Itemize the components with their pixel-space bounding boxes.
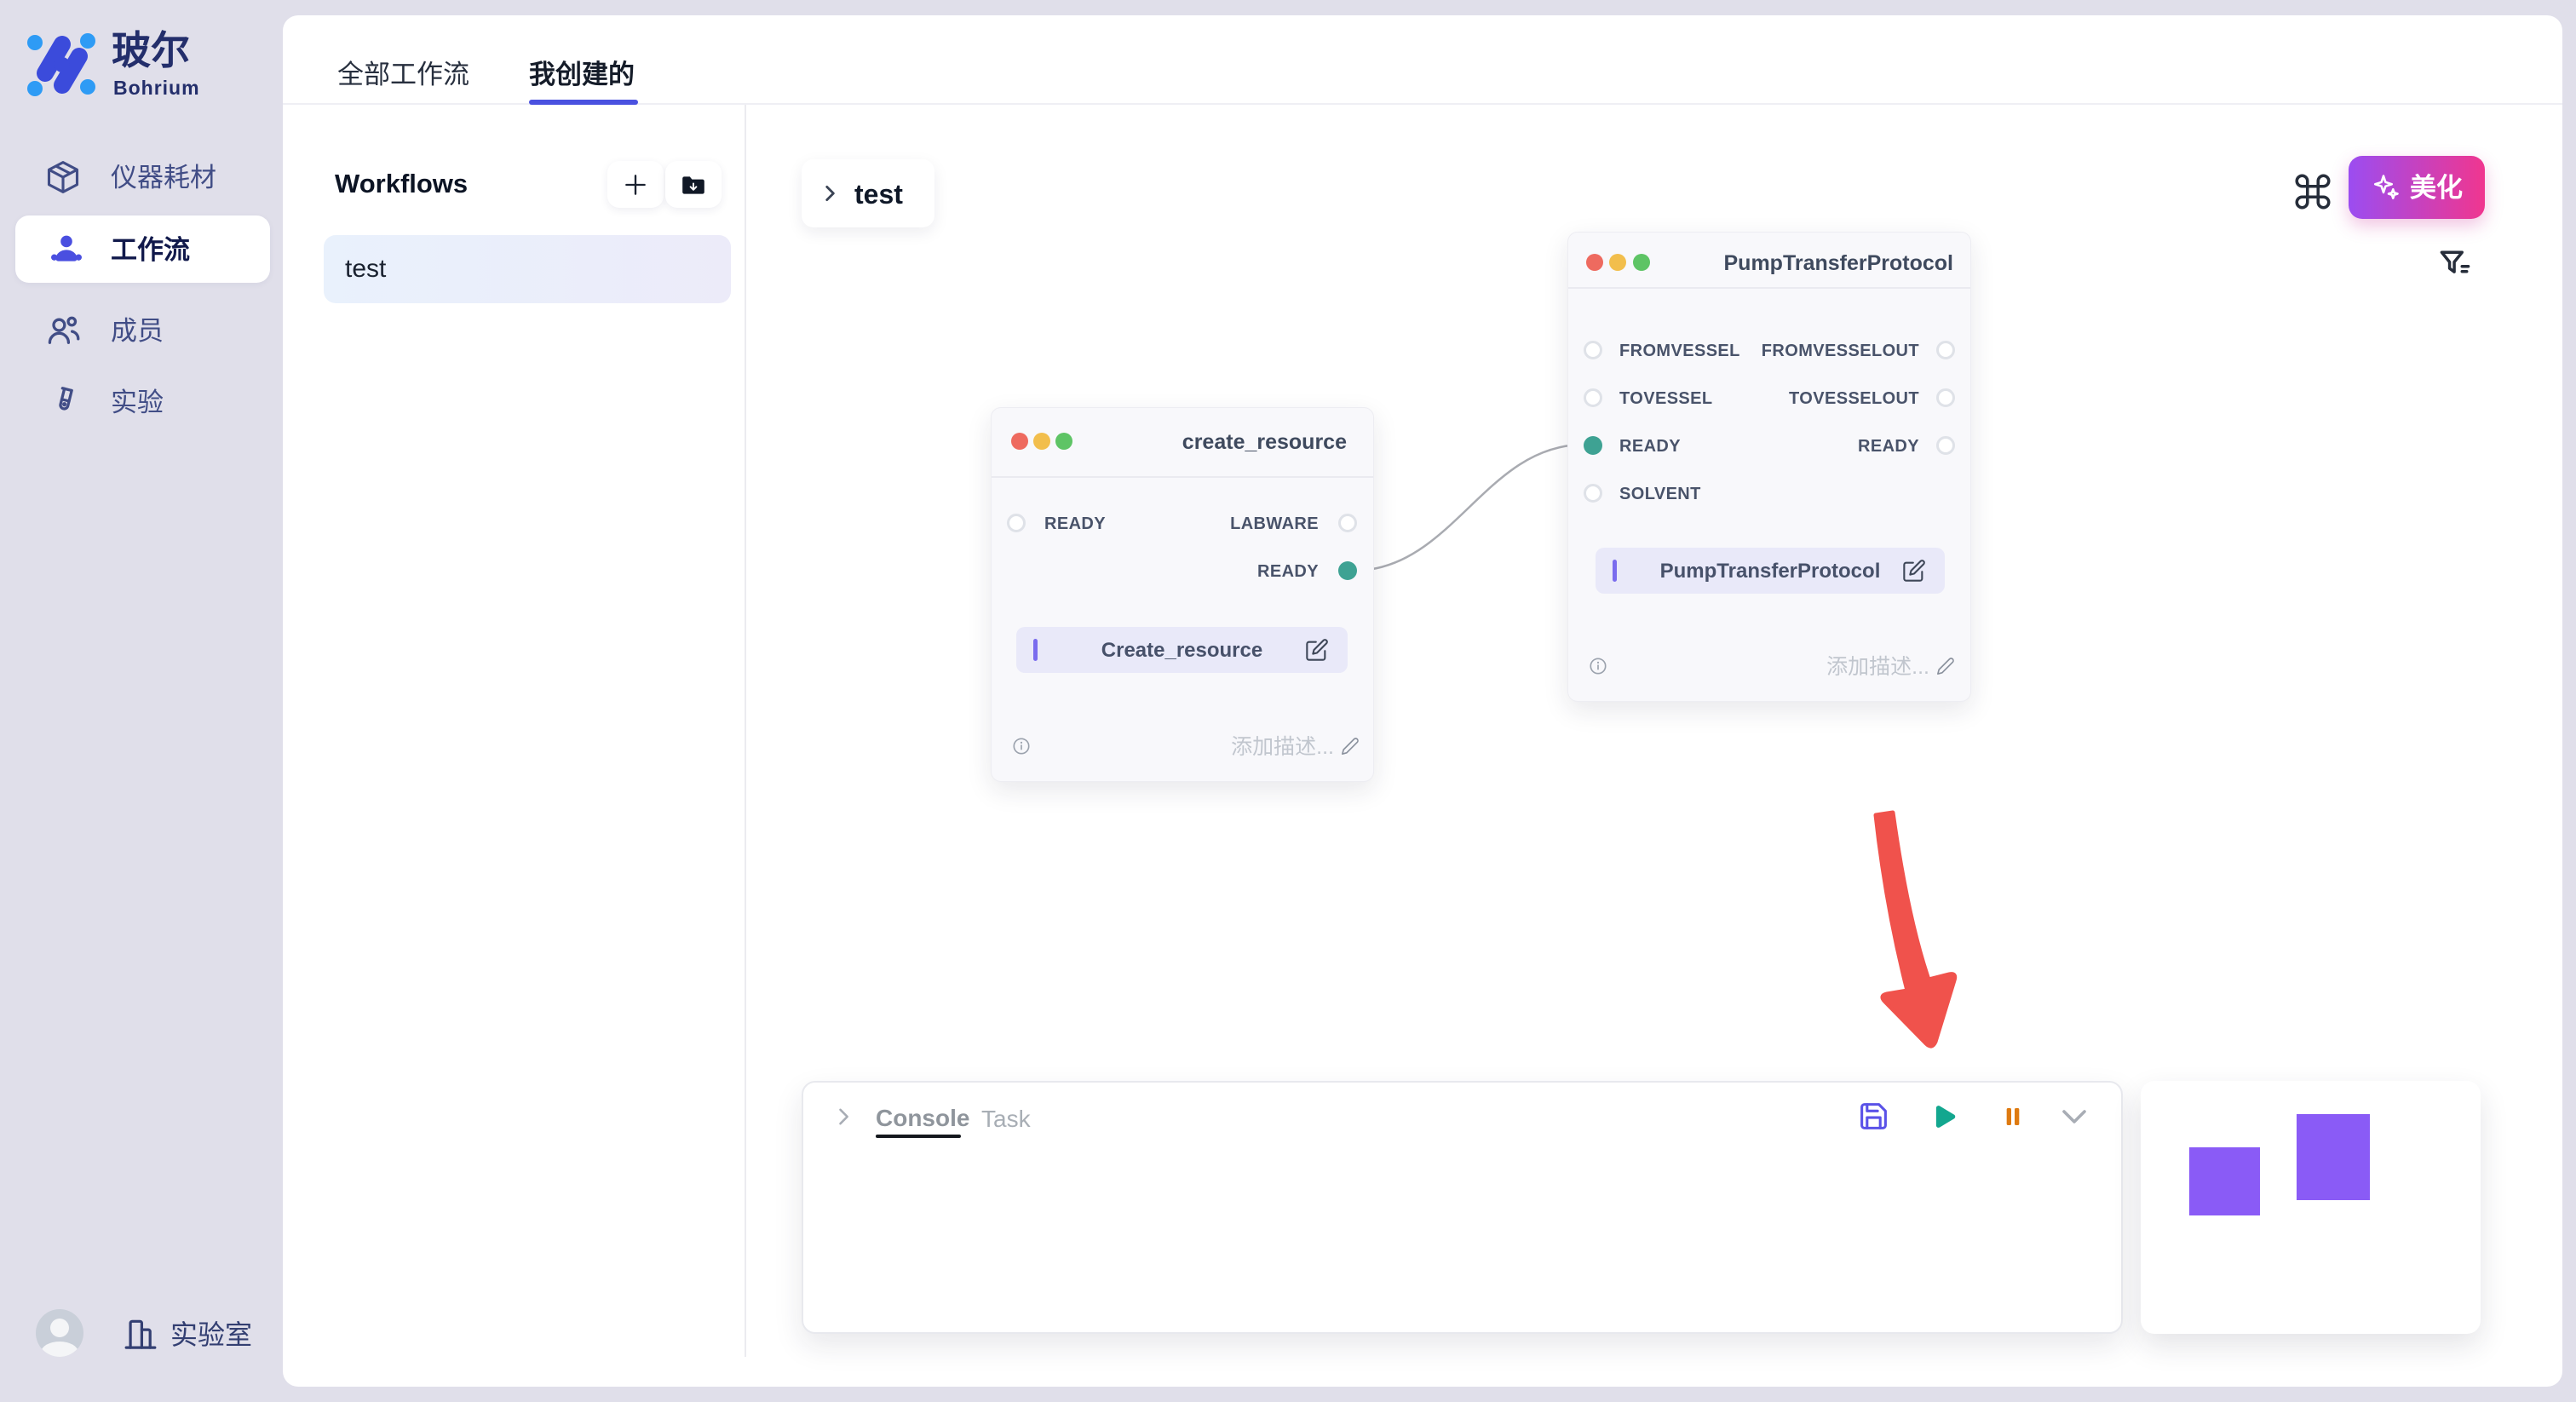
sparkles-icon (2371, 172, 2401, 203)
building-icon (123, 1315, 158, 1353)
beautify-button[interactable]: 美化 (2349, 156, 2485, 219)
description-placeholder[interactable]: 添加描述... (1826, 657, 1929, 678)
pause-button[interactable] (1999, 1103, 2027, 1130)
edit-icon[interactable] (1305, 638, 1329, 662)
edit-icon[interactable] (1902, 559, 1926, 583)
user-avatar[interactable] (36, 1309, 83, 1357)
traffic-light-green (1633, 254, 1650, 271)
traffic-light-red (1586, 254, 1603, 271)
info-icon[interactable] (1589, 657, 1607, 675)
description-placeholder[interactable]: 添加描述... (1231, 737, 1334, 758)
output-port-ready-connected[interactable] (1338, 561, 1357, 580)
bohrium-logo-icon (25, 31, 98, 99)
avatar-head (50, 1319, 69, 1337)
input-port-ready[interactable] (1007, 514, 1026, 532)
list-canvas-divider (745, 105, 746, 1357)
sidebar-item-instruments[interactable]: 仪器耗材 (0, 152, 284, 203)
command-icon[interactable] (2291, 170, 2334, 213)
box-icon (44, 158, 82, 196)
output-port-label: TOVESSELOUT (1789, 390, 1919, 407)
input-port-solvent[interactable] (1584, 484, 1602, 503)
node-action-label: Create_resource (1016, 641, 1348, 661)
breadcrumb[interactable]: test (802, 159, 934, 227)
import-workflow-button[interactable] (665, 161, 722, 208)
console-panel: Console Task (802, 1081, 2123, 1334)
output-port-label: READY (1858, 438, 1919, 455)
input-port-tovessel[interactable] (1584, 388, 1602, 407)
console-expand-icon[interactable] (831, 1105, 855, 1129)
pencil-icon[interactable] (1936, 657, 1955, 675)
traffic-light-red (1011, 433, 1028, 450)
sidebar-item-label: 仪器耗材 (111, 164, 216, 191)
run-button[interactable] (1926, 1100, 1958, 1133)
node-create-resource[interactable]: create_resource READY LABWARE READY Crea… (991, 407, 1374, 782)
output-port-label: LABWARE (1230, 515, 1319, 532)
lab-selector[interactable]: 实验室 (170, 1321, 252, 1348)
members-icon (44, 312, 82, 349)
sidebar-item-workflows[interactable]: 工作流 (15, 215, 270, 283)
traffic-light-yellow (1033, 433, 1050, 450)
avatar-shoulders (41, 1342, 78, 1357)
save-icon[interactable] (1858, 1100, 1889, 1132)
info-icon[interactable] (1012, 737, 1031, 756)
output-port-tovesselout[interactable] (1936, 388, 1955, 407)
traffic-light-green (1055, 433, 1072, 450)
input-port-label: READY (1619, 438, 1681, 455)
workflow-item-label: test (345, 256, 386, 282)
plus-icon (622, 171, 649, 198)
node-action-box[interactable]: Create_resource (1016, 627, 1348, 673)
minimap-node-block (2189, 1147, 2260, 1215)
input-port-label: TOVESSEL (1619, 390, 1713, 407)
workflows-title: Workflows (335, 170, 468, 197)
output-port-ready[interactable] (1936, 436, 1955, 455)
input-port-label: SOLVENT (1619, 486, 1701, 503)
logo-title: 玻尔 (112, 31, 190, 70)
input-port-ready-connected[interactable] (1584, 436, 1602, 455)
node-pump-transfer-protocol[interactable]: PumpTransferProtocol FROMVESSEL FROMVESS… (1567, 232, 1971, 702)
tab-created-by-me[interactable]: 我创建的 (529, 61, 635, 88)
sidebar-item-experiments[interactable]: 实验 (0, 376, 284, 428)
chevron-down-icon[interactable] (2059, 1106, 2090, 1127)
breadcrumb-label: test (854, 181, 903, 208)
output-port-labware[interactable] (1338, 514, 1357, 532)
pencil-icon[interactable] (1341, 737, 1360, 756)
minimap-node-block (2297, 1114, 2370, 1200)
output-port-label: FROMVESSELOUT (1762, 342, 1919, 359)
node-header-divider (992, 476, 1373, 478)
sidebar-item-members[interactable]: 成员 (0, 305, 284, 356)
folder-download-icon (680, 172, 707, 198)
input-port-label: FROMVESSEL (1619, 342, 1740, 359)
console-tab-underline (876, 1135, 961, 1138)
input-port-fromvessel[interactable] (1584, 341, 1602, 359)
app-window: 玻尔 Bohrium 仪器耗材 工作流 成员 (0, 0, 2576, 1402)
logo-subtitle: Bohrium (113, 78, 200, 98)
output-port-fromvesselout[interactable] (1936, 341, 1955, 359)
workflow-person-icon (48, 231, 85, 268)
sidebar-item-label: 工作流 (111, 237, 190, 263)
output-port-label: READY (1257, 563, 1319, 580)
workflow-list-item-test[interactable]: test (324, 235, 731, 303)
add-workflow-button[interactable] (607, 161, 664, 208)
tab-console[interactable]: Console (876, 1106, 969, 1130)
input-port-label: READY (1044, 515, 1106, 532)
tab-all-workflows[interactable]: 全部工作流 (337, 61, 469, 88)
sidebar-item-label: 成员 (111, 318, 164, 344)
chevron-right-icon (819, 182, 841, 204)
beautify-label: 美化 (2410, 175, 2463, 201)
filter-icon[interactable] (2436, 244, 2474, 284)
minimap[interactable] (2141, 1081, 2481, 1334)
node-action-box[interactable]: PumpTransferProtocol (1596, 548, 1945, 594)
sidebar-item-label: 实验 (111, 389, 164, 416)
traffic-light-yellow (1609, 254, 1626, 271)
node-title: PumpTransferProtocol (1724, 253, 1954, 274)
experiment-tube-icon (40, 379, 85, 424)
node-header-divider (1568, 287, 1970, 289)
tab-task[interactable]: Task (981, 1107, 1031, 1131)
node-action-label: PumpTransferProtocol (1596, 561, 1945, 582)
active-tab-underline (529, 100, 638, 105)
node-title: create_resource (1182, 432, 1347, 453)
